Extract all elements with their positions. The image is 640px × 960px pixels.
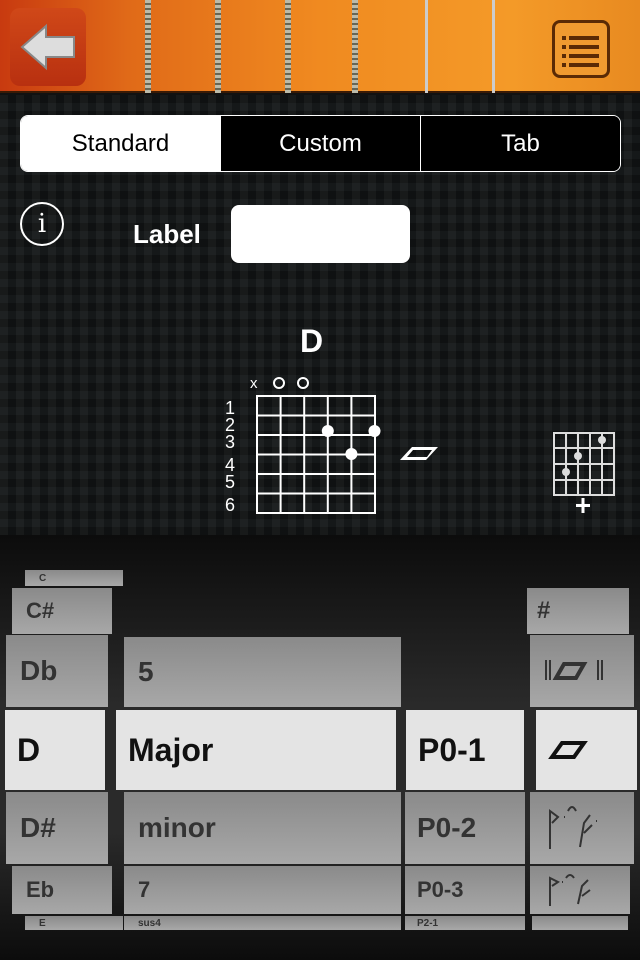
picker-position-item[interactable]: P0-3 xyxy=(405,866,525,914)
picker-symbol-item[interactable] xyxy=(530,635,634,707)
fret-number: 6 xyxy=(225,495,235,515)
picker-type-item[interactable]: minor xyxy=(124,792,401,864)
picker-root-item[interactable]: E xyxy=(25,916,123,930)
picker-symbol-selected[interactable] xyxy=(536,710,637,790)
fret-wire xyxy=(352,0,358,93)
picker-root-selected[interactable]: D xyxy=(5,710,105,790)
picker-type-selected[interactable]: Major xyxy=(116,710,396,790)
picker-root-item[interactable]: Eb xyxy=(12,866,112,914)
picker-type-item[interactable]: 5 xyxy=(124,637,401,707)
fret-wire xyxy=(145,0,151,93)
strum-icon xyxy=(548,741,588,759)
fret-wire xyxy=(215,0,221,93)
fret-number: 3 xyxy=(225,432,235,452)
open-string-marker xyxy=(297,377,309,389)
picker-root-item[interactable]: D# xyxy=(6,792,108,864)
plus-icon xyxy=(576,498,590,513)
fret-wire xyxy=(492,0,495,93)
picker-symbol-item[interactable] xyxy=(530,866,630,914)
picker-position-item[interactable]: P2-1 xyxy=(405,916,525,930)
picker-position-item[interactable]: P0-2 xyxy=(405,792,525,864)
picker-root-item[interactable]: Db xyxy=(6,635,108,707)
string-marker: x xyxy=(250,375,258,392)
fret-numbers: 1 2 3 4 5 6 xyxy=(225,398,235,515)
repeat-strum-icon xyxy=(545,660,603,680)
finger-dot xyxy=(321,425,334,437)
open-string-marker xyxy=(273,377,285,389)
picker-position-selected[interactable]: P0-1 xyxy=(406,710,524,790)
back-arrow-icon xyxy=(20,23,75,71)
add-chord-diagram-button[interactable] xyxy=(553,432,615,513)
picker-type-item[interactable]: 7 xyxy=(124,866,401,914)
back-button[interactable] xyxy=(10,8,86,86)
picker-type-item[interactable]: sus4 xyxy=(124,916,401,930)
fret-number: 5 xyxy=(225,472,235,492)
header xyxy=(0,0,640,93)
ornament-icon xyxy=(549,806,597,849)
picker-symbol-item[interactable] xyxy=(530,792,634,864)
strum-symbol-icon xyxy=(400,447,438,460)
picker-root-item[interactable]: C xyxy=(25,570,123,586)
finger-dot xyxy=(345,448,358,460)
fret-wire xyxy=(285,0,291,93)
picker-symbol-item[interactable]: # xyxy=(527,588,629,634)
menu-button[interactable] xyxy=(552,20,610,78)
ornament-icon xyxy=(549,874,591,906)
chord-editor: Standard Custom Tab i Label D x 1 2 3 4 … xyxy=(0,95,640,535)
picker-root-item[interactable]: C# xyxy=(12,588,112,634)
picker-symbol-item[interactable] xyxy=(532,916,628,930)
fret-wire xyxy=(425,0,428,93)
chord-picker[interactable]: C C# Db D D# Eb E 5 Major minor 7 sus4 P… xyxy=(0,535,640,960)
chord-diagram: x 1 2 3 4 5 6 xyxy=(225,375,615,515)
finger-dot xyxy=(368,425,381,437)
